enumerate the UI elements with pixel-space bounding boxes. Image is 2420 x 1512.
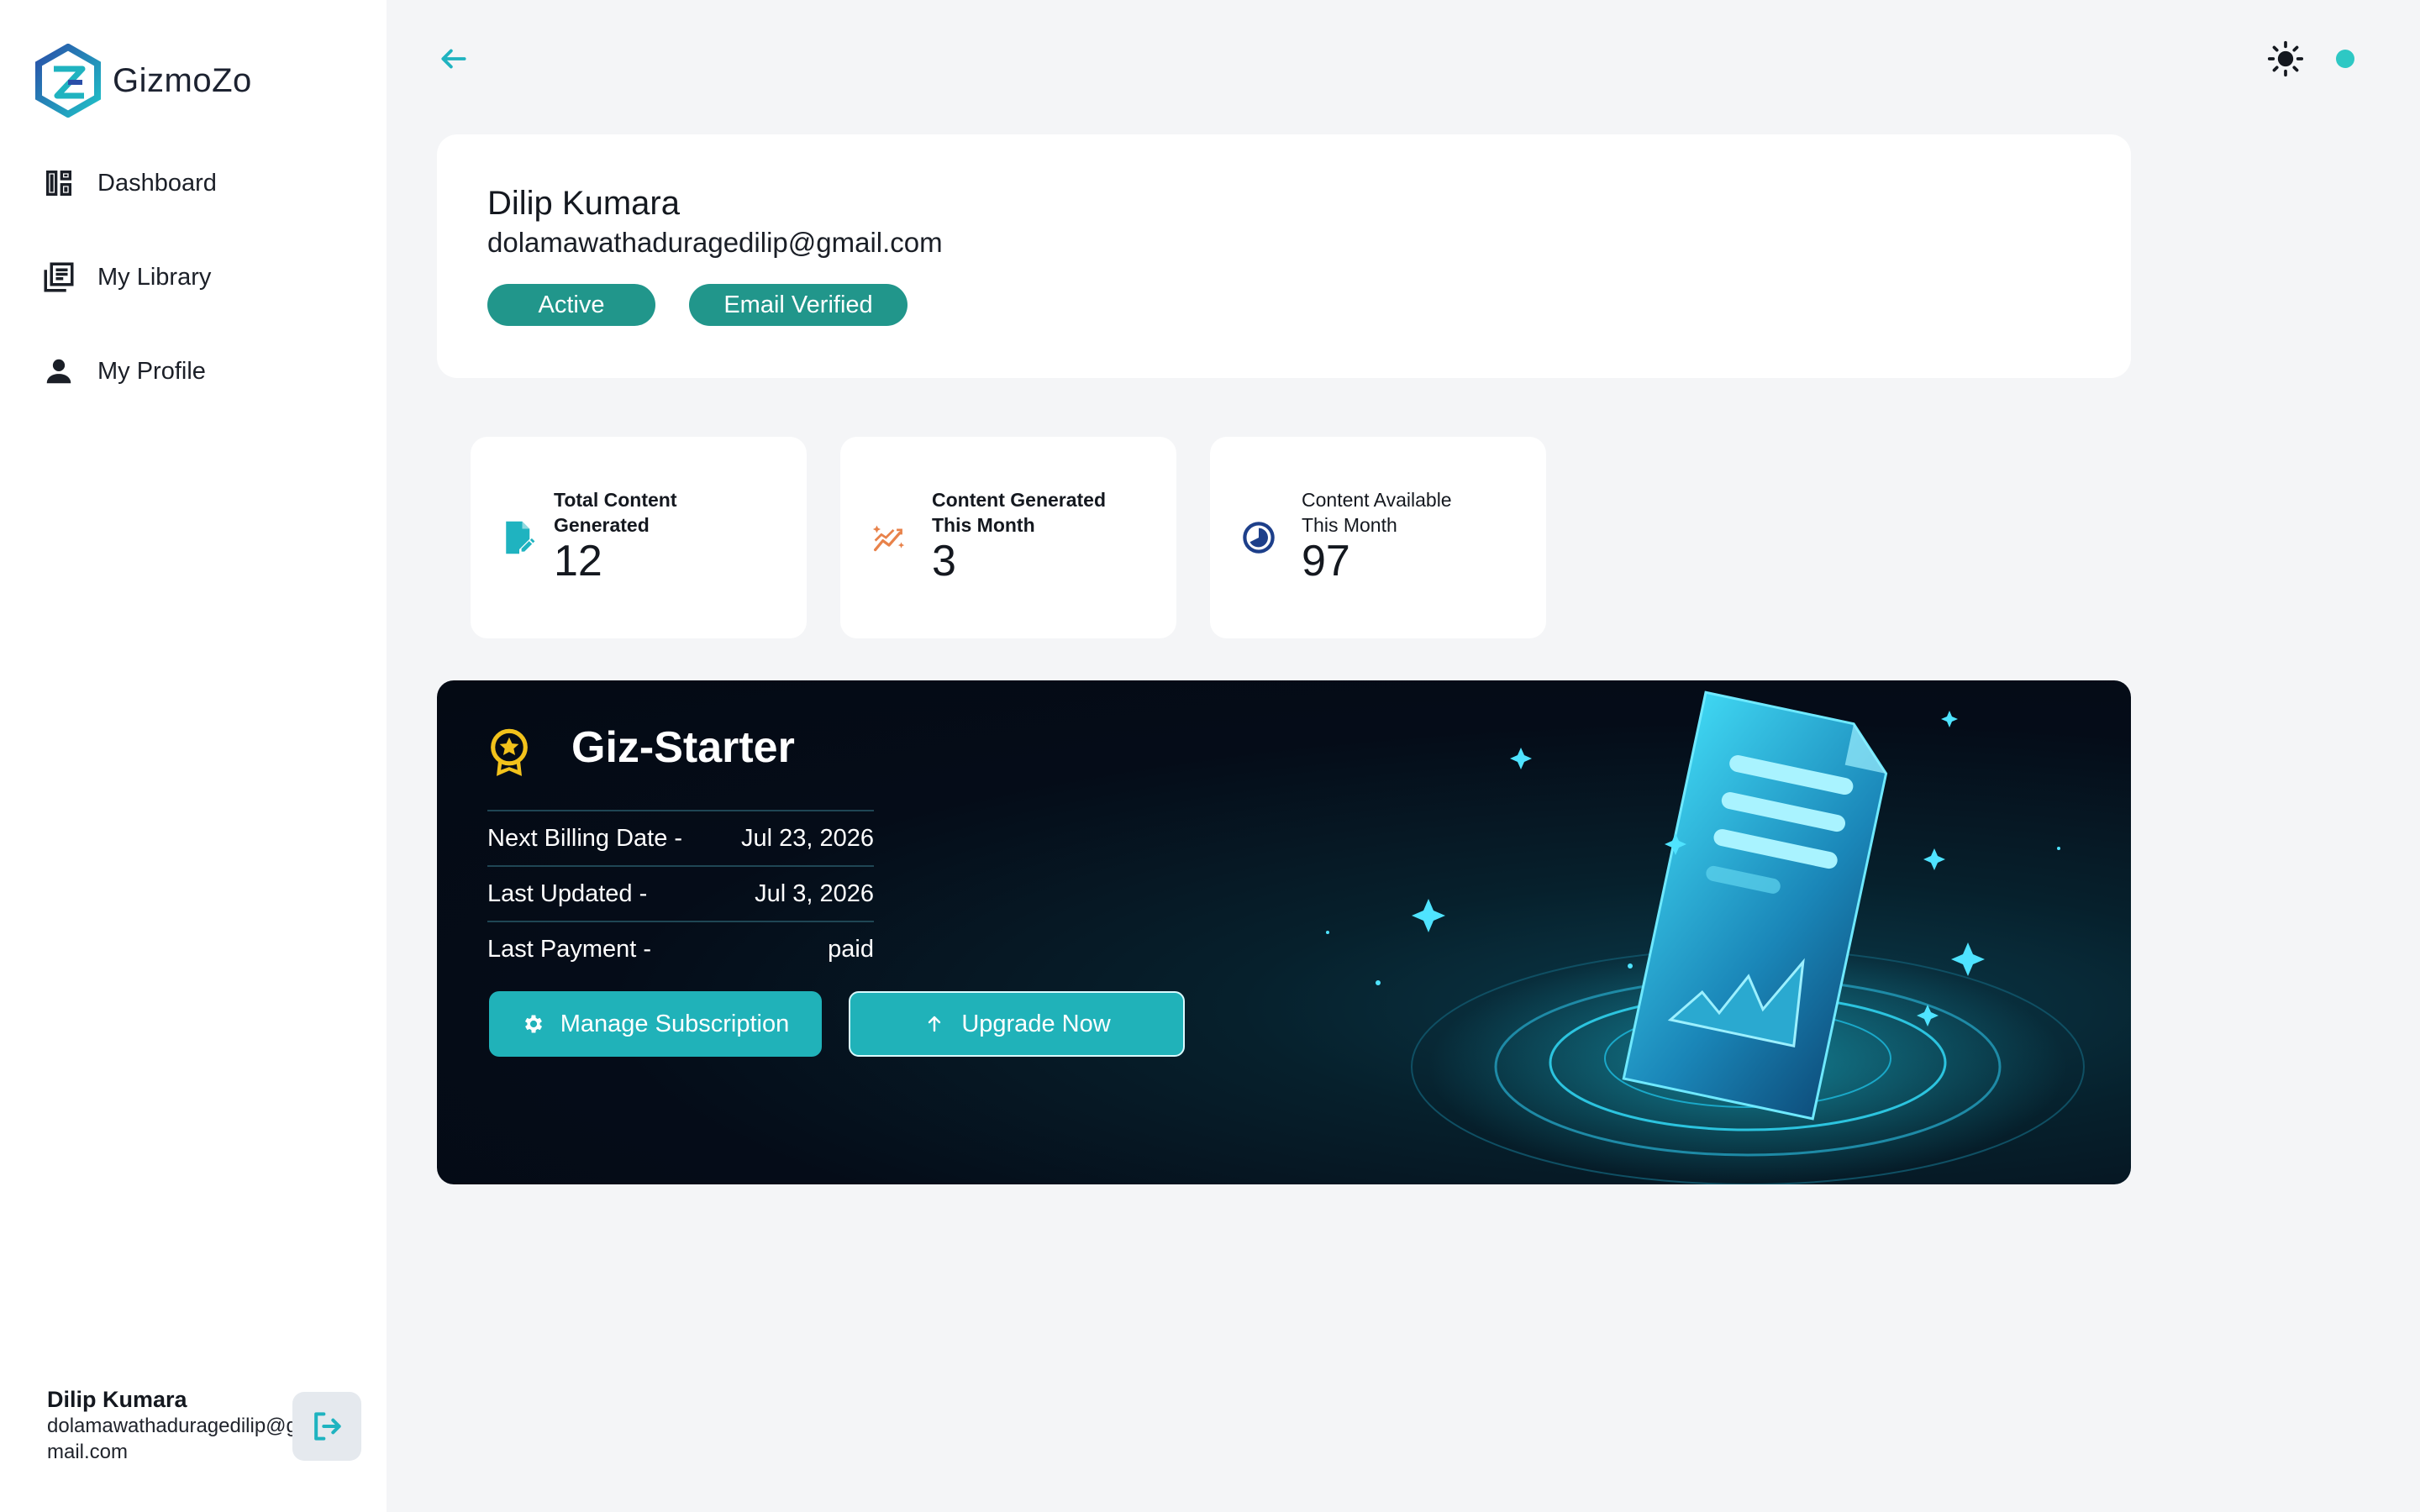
app-root: GizmoZo Dashboard My Library My Profile xyxy=(0,0,2420,1512)
sidebar-nav: Dashboard My Library My Profile xyxy=(40,160,360,442)
sidebar-item-dashboard[interactable]: Dashboard xyxy=(40,160,360,207)
stat-card-content-available: Content Available This Month 97 xyxy=(1210,437,1546,638)
upgrade-now-label: Upgrade Now xyxy=(961,1010,1111,1037)
stat-label: Content Generated This Month xyxy=(932,489,1107,536)
status-indicator xyxy=(2336,50,2354,68)
person-icon xyxy=(40,353,77,390)
upgrade-now-button[interactable]: Upgrade Now xyxy=(849,991,1185,1057)
sidebar-user-email: dolamawathaduragedilip@gmail.com xyxy=(47,1415,297,1463)
document-chart-illustration xyxy=(1326,690,2085,1184)
sidebar-item-my-library[interactable]: My Library xyxy=(40,254,360,301)
edit-document-icon xyxy=(499,517,539,558)
stat-value: 3 xyxy=(932,537,956,585)
brand-name: GizmoZo xyxy=(113,61,252,99)
plan-row-value: paid xyxy=(828,935,874,963)
plan-row-value: Jul 3, 2026 xyxy=(755,879,874,907)
pie-clock-icon xyxy=(1239,517,1279,558)
profile-name: Dilip Kumara xyxy=(487,185,680,222)
stat-label: Content Available This Month xyxy=(1302,489,1452,536)
plan-details-table: Next Billing Date - Jul 23, 2026 Last Up… xyxy=(487,810,874,976)
award-badge-icon xyxy=(491,728,528,776)
status-badge-active: Active xyxy=(487,284,655,326)
sidebar-user-info: Dilip Kumara dolamawathaduragedilip@gmai… xyxy=(47,1386,299,1465)
status-badge-email-verified: Email Verified xyxy=(689,284,908,326)
plan-row-next-billing: Next Billing Date - Jul 23, 2026 xyxy=(487,810,874,865)
sidebar-item-my-profile[interactable]: My Profile xyxy=(40,348,360,395)
back-button[interactable] xyxy=(434,39,474,79)
plan-name: Giz-Starter xyxy=(571,723,795,772)
sidebar-item-label: Dashboard xyxy=(97,169,217,197)
plan-row-last-payment: Last Payment - paid xyxy=(487,921,874,976)
logout-icon xyxy=(314,1412,341,1441)
arrow-left-icon xyxy=(441,49,466,69)
sun-icon xyxy=(2267,40,2304,77)
brand-logo[interactable]: GizmoZo xyxy=(34,44,252,118)
stat-value: 97 xyxy=(1302,537,1350,585)
sparkle-trend-icon xyxy=(869,517,909,558)
sidebar-item-label: My Profile xyxy=(97,357,206,385)
plan-row-label: Last Payment - xyxy=(487,935,652,963)
manage-subscription-label: Manage Subscription xyxy=(560,1010,790,1037)
plan-row-label: Last Updated - xyxy=(487,879,648,907)
theme-toggle-button[interactable] xyxy=(2265,39,2306,79)
gizmozo-logo-icon xyxy=(35,44,101,118)
profile-email: dolamawathaduragedilip@gmail.com xyxy=(487,227,943,258)
sidebar: GizmoZo Dashboard My Library My Profile xyxy=(0,0,387,1512)
plan-row-value: Jul 23, 2026 xyxy=(740,824,874,852)
subscription-plan-card: Giz-Starter Next Billing Date - Jul 23, … xyxy=(437,680,2131,1184)
manage-subscription-button[interactable]: Manage Subscription xyxy=(489,991,822,1057)
profile-card: Dilip Kumara dolamawathaduragedilip@gmai… xyxy=(437,134,2131,378)
logout-button[interactable] xyxy=(292,1392,361,1461)
sidebar-user-name: Dilip Kumara xyxy=(47,1387,187,1412)
library-icon xyxy=(40,259,77,296)
stat-label: Total Content Generated xyxy=(554,489,677,536)
plan-row-label: Next Billing Date - xyxy=(487,824,683,852)
dashboard-icon xyxy=(40,165,77,202)
plan-row-last-updated: Last Updated - Jul 3, 2026 xyxy=(487,865,874,921)
stat-card-total-content: Total Content Generated 12 xyxy=(471,437,807,638)
arrow-up-icon xyxy=(923,1012,946,1036)
sidebar-item-label: My Library xyxy=(97,263,212,291)
stat-card-content-this-month: Content Generated This Month 3 xyxy=(840,437,1176,638)
gear-icon xyxy=(522,1012,545,1036)
stat-value: 12 xyxy=(554,537,602,585)
